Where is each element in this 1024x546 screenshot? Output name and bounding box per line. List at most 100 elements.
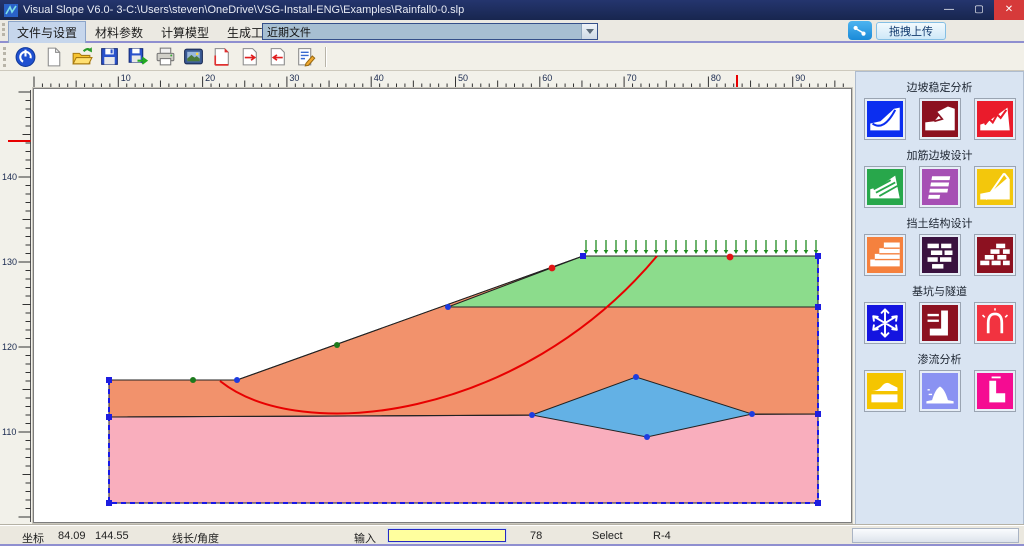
open-folder-icon[interactable] bbox=[69, 45, 93, 69]
retaining-structure-tool-3-button[interactable] bbox=[974, 234, 1016, 276]
save-as-icon[interactable] bbox=[125, 45, 149, 69]
drag-upload-button[interactable]: 拖拽上传 bbox=[876, 22, 946, 40]
section-title-挡土结构设计: 挡土结构设计 bbox=[856, 215, 1023, 231]
vertex-dot bbox=[749, 411, 755, 417]
svg-text:90: 90 bbox=[795, 73, 805, 83]
selection-handle bbox=[815, 304, 821, 310]
excavation-tool-3-button[interactable] bbox=[974, 302, 1016, 344]
selection-handle bbox=[106, 500, 112, 506]
ruler-horizontal: 102030405060708090 bbox=[0, 72, 852, 88]
reinforced-slope-tool-3-button[interactable] bbox=[974, 166, 1016, 208]
step-wall-icon bbox=[867, 237, 903, 273]
title-bar: Visual Slope V6.0- 3-C:\Users\steven\One… bbox=[0, 0, 1024, 20]
export-page-icon[interactable] bbox=[237, 45, 261, 69]
window-title: Visual Slope V6.0- 3-C:\Users\steven\One… bbox=[23, 4, 464, 16]
slope-block-icon bbox=[922, 101, 958, 137]
seepage-tool-2-button[interactable] bbox=[919, 370, 961, 412]
page-setup-icon[interactable] bbox=[209, 45, 233, 69]
reinforced-slope-tool-2-button[interactable] bbox=[919, 166, 961, 208]
minimize-button[interactable]: — bbox=[934, 0, 964, 20]
vertex-dot bbox=[234, 377, 240, 383]
tunnel-icon bbox=[977, 305, 1013, 341]
svg-text:10: 10 bbox=[121, 73, 131, 83]
menu-item-计算模型[interactable]: 计算模型 bbox=[152, 21, 218, 44]
selection-handle bbox=[106, 414, 112, 420]
maximize-button[interactable]: ▢ bbox=[964, 0, 994, 20]
vertex-dot bbox=[529, 412, 535, 418]
coord-y-value: 144.55 bbox=[95, 530, 129, 542]
close-button[interactable]: ✕ bbox=[994, 0, 1024, 20]
svg-text:60: 60 bbox=[542, 73, 552, 83]
green-marker-dot bbox=[190, 377, 196, 383]
capture-icon[interactable] bbox=[181, 45, 205, 69]
tool-panel: 边坡稳定分析加筋边坡设计挡土结构设计基坑与隧道渗流分析 bbox=[855, 71, 1024, 525]
toolbar bbox=[0, 43, 1024, 71]
new-file-icon[interactable] bbox=[41, 45, 65, 69]
vertex-dot bbox=[445, 304, 451, 310]
slope-slip-icon bbox=[867, 101, 903, 137]
toolbar-separator bbox=[325, 47, 326, 67]
seepage-tool-1-button[interactable] bbox=[864, 370, 906, 412]
share-icon[interactable] bbox=[848, 21, 872, 40]
input-label: 输入 bbox=[354, 530, 376, 546]
slope-stability-tool-2-button[interactable] bbox=[919, 98, 961, 140]
retaining-structure-tool-2-button[interactable] bbox=[919, 234, 961, 276]
recent-files-combobox[interactable]: 近期文件 bbox=[262, 23, 598, 40]
section-title-渗流分析: 渗流分析 bbox=[856, 351, 1023, 367]
status-count: 78 bbox=[530, 530, 542, 542]
length-angle-label: 线长/角度 bbox=[172, 530, 219, 546]
l-shape-icon bbox=[977, 373, 1013, 409]
brick-steps-icon bbox=[977, 237, 1013, 273]
slope-stability-tool-1-button[interactable] bbox=[864, 98, 906, 140]
selection-handle bbox=[580, 253, 586, 259]
import-page-icon[interactable] bbox=[265, 45, 289, 69]
toolbar-grip bbox=[3, 47, 6, 67]
status-extra-panel bbox=[852, 528, 1019, 543]
retaining-structure-tool-1-button[interactable] bbox=[864, 234, 906, 276]
dam-flow-icon bbox=[867, 373, 903, 409]
menu-grip bbox=[2, 23, 5, 36]
chevron-down-icon[interactable] bbox=[581, 24, 597, 39]
selection-handle bbox=[106, 377, 112, 383]
edit-notes-icon[interactable] bbox=[293, 45, 317, 69]
save-icon[interactable] bbox=[97, 45, 121, 69]
slope-stability-tool-3-button[interactable] bbox=[974, 98, 1016, 140]
print-icon[interactable] bbox=[153, 45, 177, 69]
menu-bar: 文件与设置材料参数计算模型生成工具帮助 近期文件 拖拽上传 bbox=[0, 20, 1024, 43]
lower-clay-layer bbox=[109, 414, 818, 503]
section-title-加筋边坡设计: 加筋边坡设计 bbox=[856, 147, 1023, 163]
l-wall-anchor-icon bbox=[922, 305, 958, 341]
svg-text:50: 50 bbox=[458, 73, 468, 83]
command-input[interactable] bbox=[388, 529, 506, 542]
workspace: 102030405060708090 140130120110 边坡稳定分析加筋… bbox=[0, 71, 1024, 525]
snowflake-icon bbox=[867, 305, 903, 341]
window-controls: — ▢ ✕ bbox=[934, 0, 1024, 20]
drawing-canvas[interactable] bbox=[33, 88, 852, 523]
selection-handle bbox=[815, 500, 821, 506]
svg-text:70: 70 bbox=[627, 73, 637, 83]
selection-handle bbox=[815, 253, 821, 259]
green-marker-dot bbox=[334, 342, 340, 348]
section-title-基坑与隧道: 基坑与隧道 bbox=[856, 283, 1023, 299]
seepage-tool-3-button[interactable] bbox=[974, 370, 1016, 412]
recent-files-value: 近期文件 bbox=[263, 24, 581, 40]
vertex-dot bbox=[633, 374, 639, 380]
slope-line-icon bbox=[977, 169, 1013, 205]
menu-item-材料参数[interactable]: 材料参数 bbox=[86, 21, 152, 44]
menu-item-文件与设置[interactable]: 文件与设置 bbox=[8, 21, 86, 44]
block-wall-icon bbox=[922, 237, 958, 273]
coord-x-value: 84.09 bbox=[58, 530, 86, 542]
slope-jagged-icon bbox=[977, 101, 1013, 137]
reinforced-slope-tool-1-button[interactable] bbox=[864, 166, 906, 208]
status-mode: Select bbox=[592, 530, 623, 542]
red-marker-dot bbox=[727, 254, 734, 261]
svg-text:80: 80 bbox=[711, 73, 721, 83]
power-icon[interactable] bbox=[13, 45, 37, 69]
excavation-tool-2-button[interactable] bbox=[919, 302, 961, 344]
section-title-边坡稳定分析: 边坡稳定分析 bbox=[856, 79, 1023, 95]
excavation-tool-1-button[interactable] bbox=[864, 302, 906, 344]
selection-handle bbox=[815, 411, 821, 417]
app-icon bbox=[4, 4, 18, 17]
ruler-vertical: 140130120110 bbox=[0, 88, 32, 523]
svg-text:20: 20 bbox=[205, 73, 215, 83]
